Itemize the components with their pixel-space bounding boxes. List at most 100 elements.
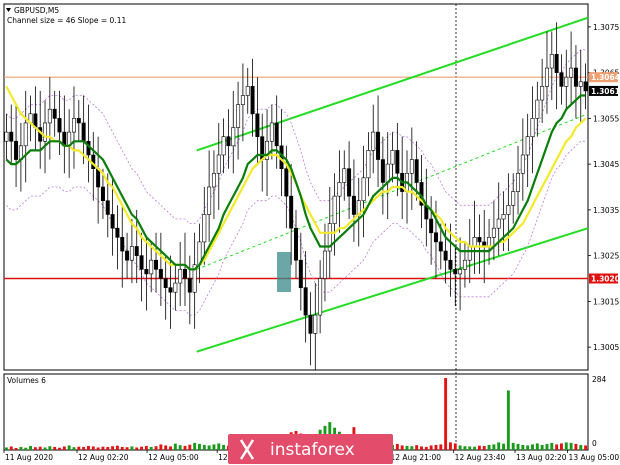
y-tick-label: 1.3005 [593,343,619,352]
y-tick-label: 1.3025 [593,252,619,261]
volume-bar [111,446,115,450]
volume-bar [429,445,433,450]
candle-body [105,200,110,215]
candle-body [129,246,134,261]
volume-bar [202,444,206,450]
volume-bar [395,443,399,450]
candle-body [163,278,168,288]
candle-body [274,122,279,147]
volume-bar [502,443,505,450]
candle-body [260,136,265,160]
volume-bar [183,445,187,450]
volume-bar [72,447,76,450]
volume-bar [91,446,95,450]
volume-bar [125,447,129,450]
candle-body [43,122,48,142]
candle-body [226,136,231,147]
volume-bar [477,445,481,450]
volume-bar [115,445,119,450]
candle-body [183,269,187,279]
x-tick-label: 12 Aug 23:40 [455,453,506,462]
x-tick-label: 12 Aug 02:20 [78,453,129,462]
volume-bar [434,444,438,450]
volume-bar [159,444,163,450]
candle-body [477,237,482,243]
candle-body [100,186,105,202]
candle-body [207,186,212,215]
volume-panel-label: Volumes 6 [7,376,46,385]
volume-bar [410,446,414,450]
candle-body [240,95,245,105]
volume-bar [24,447,28,450]
volume-bar [82,446,86,450]
volume-bar [545,443,549,450]
candle-body [4,131,9,142]
highlight-box [277,252,291,292]
volume-bar [154,446,158,450]
volume-bar [120,446,124,450]
volume-bar [506,390,510,450]
volume-bar [497,442,501,450]
volume-bar [106,446,110,450]
volume-bar [96,447,100,450]
candle-body [318,278,323,316]
x-tick-label: 11 Aug 2020 [5,453,53,462]
candle-body [71,118,76,133]
candle-body [433,232,438,243]
candle-body [347,168,352,197]
candle-body [313,314,318,334]
candle-body [81,122,86,142]
volume-bar [531,444,534,450]
volume-bar [463,446,467,450]
candle-body [255,113,260,137]
candle-body [438,241,443,252]
candle-body [96,168,101,188]
indicator-parameters: Channel size = 46 Slope = 0.11 [7,16,126,25]
candle-body [462,259,467,270]
volume-bar [144,445,148,450]
candle-body [501,214,506,220]
volume-bar [560,443,563,450]
candle-body [520,154,525,174]
candle-body [303,287,308,316]
candle-body [351,195,356,215]
candle-body [269,122,274,142]
volume-bar [58,447,61,450]
volume-bar [405,445,409,450]
volume-bar [193,442,197,450]
volume-bar [19,446,23,450]
candle-body [395,150,400,174]
candle-body [516,172,521,192]
volume-bar [14,447,18,450]
volume-bar [178,445,182,450]
candle-body [554,54,559,73]
y-tick-label: 1.3075 [593,23,619,32]
candle-body [414,159,419,183]
candle-body [376,131,381,160]
volume-bar [43,447,47,450]
volume-bar [444,378,448,450]
volume-bar [453,443,457,450]
volume-bar [67,445,71,450]
candle-body [216,154,221,174]
candle-body [144,269,149,275]
candle-body [366,150,371,179]
candle-body [173,282,178,293]
volume-bar [198,443,201,450]
volume-bar [511,442,515,450]
candle-body [578,81,583,87]
volume-bar [77,446,81,450]
candle-body [47,108,52,124]
candle-body [250,86,255,115]
candle-body [467,246,472,261]
candle-body [361,177,366,202]
watermark-banner: instaforex [228,434,393,464]
candle-body [322,250,327,279]
volume-bar [521,444,525,450]
volume-bar [217,443,221,450]
volume-bar [29,445,32,450]
candle-body [125,250,130,261]
candle-body [139,255,144,270]
price-tag-text: 1.3064 [591,73,620,82]
candle-body [211,172,216,188]
